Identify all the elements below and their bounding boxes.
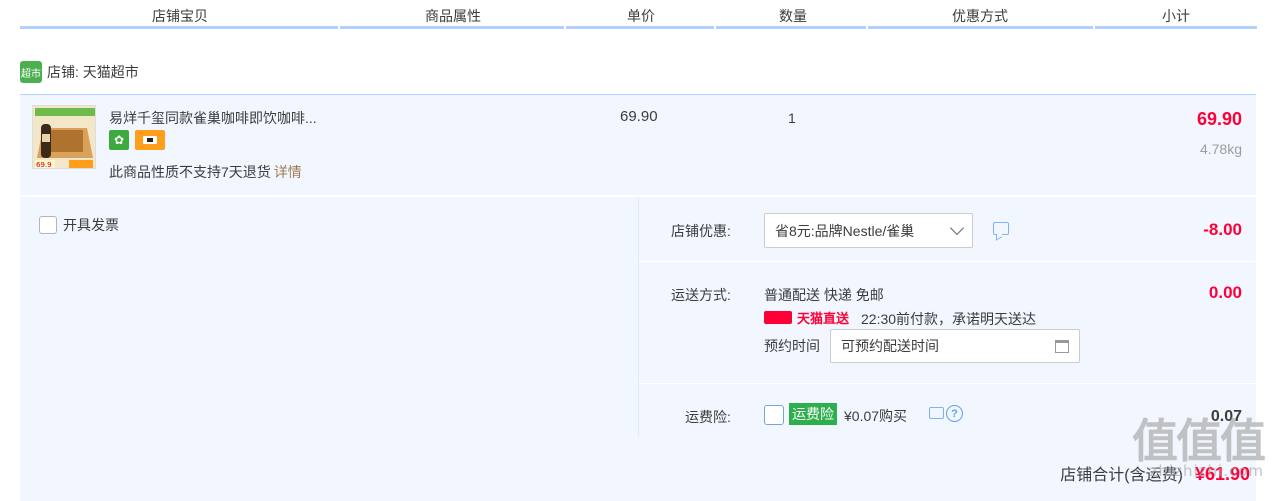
help-icon[interactable]: ? xyxy=(946,405,963,422)
card-payment-icon[interactable] xyxy=(135,130,165,150)
header-underline xyxy=(566,26,714,29)
shop-discount-selected: 省8元:品牌Nestle/雀巢 xyxy=(775,222,915,239)
return-policy-text: 此商品性质不支持7天退货 xyxy=(109,164,271,180)
quantity: 1 xyxy=(788,110,796,126)
col-header-subtotal: 小计 xyxy=(1162,8,1190,24)
header-underline xyxy=(868,26,1093,29)
item-weight: 4.78kg xyxy=(1199,141,1242,157)
insurance-price: ¥0.07购买 xyxy=(844,408,908,424)
invoice-option[interactable]: 开具发票 xyxy=(39,215,119,235)
table-header: 店铺宝贝 商品属性 单价 数量 优惠方式 小计 xyxy=(0,0,1272,30)
col-header-discount: 优惠方式 xyxy=(952,8,1008,24)
shop-discount-amount: -8.00 xyxy=(1203,220,1242,239)
reserve-time-input[interactable]: 可预约配送时间 xyxy=(830,329,1080,363)
watermark-logo: 值值值 xyxy=(1132,414,1266,468)
message-icon[interactable] xyxy=(929,407,944,419)
delivery-promise: 22:30前付款，承诺明天送达 xyxy=(861,311,1037,327)
header-underline xyxy=(20,26,338,29)
header-underline xyxy=(1095,26,1257,29)
shop-name[interactable]: 店铺: 天猫超市 xyxy=(47,62,139,82)
shipping-insurance-label: 运费险: xyxy=(685,409,731,425)
insurance-tag: 运费险 xyxy=(789,403,837,425)
header-underline xyxy=(340,26,564,29)
watermark-domain: zhizhizhi.com xyxy=(1149,462,1264,480)
row-separator xyxy=(639,261,1257,262)
product-image-icon: 69.9 xyxy=(33,106,95,169)
tmall-direct-badge: 天猫直送 xyxy=(764,308,849,327)
col-header-attributes: 商品属性 xyxy=(425,8,481,24)
col-header-unit-price: 单价 xyxy=(627,8,655,24)
shipping-method: 普通配送 快递 免邮 xyxy=(764,287,884,303)
unit-price: 69.90 xyxy=(620,108,658,125)
item-subtotal: 69.90 xyxy=(1196,109,1242,129)
product-title[interactable]: 易烊千玺同款雀巢咖啡即饮咖啡... xyxy=(109,108,317,128)
row-separator xyxy=(639,383,1257,384)
service-icons: ✿ xyxy=(109,130,165,150)
message-icon[interactable] xyxy=(993,222,1009,235)
tmall-direct-text: 天猫直送 xyxy=(797,311,850,326)
shop-row: 超市 店铺: 天猫超市 xyxy=(20,58,139,86)
guarantee-icon[interactable]: ✿ xyxy=(109,130,129,150)
shop-discount-label: 店铺优惠: xyxy=(671,223,731,239)
site-watermark: 值值值 zhizhizhi.com xyxy=(1132,414,1266,480)
chevron-down-icon xyxy=(949,220,965,236)
shipping-amount: 0.00 xyxy=(1208,283,1242,302)
reserve-time-label: 预约时间 xyxy=(764,338,820,354)
header-underline xyxy=(716,26,866,29)
shipping-label: 运送方式: xyxy=(671,287,731,303)
order-summary-panel: 店铺优惠: 省8元:品牌Nestle/雀巢 -8.00 运送方式: 普通配送 快… xyxy=(638,197,1257,437)
reserve-time-placeholder: 可预约配送时间 xyxy=(841,338,939,354)
insurance-checkbox[interactable] xyxy=(764,405,784,425)
return-policy-note: 此商品性质不支持7天退货 详情 xyxy=(109,162,302,182)
product-thumbnail[interactable]: 69.9 xyxy=(32,105,96,169)
tmall-supermarket-icon: 超市 xyxy=(20,61,42,83)
shop-discount-select[interactable]: 省8元:品牌Nestle/雀巢 xyxy=(764,213,973,248)
invoice-label: 开具发票 xyxy=(63,217,119,233)
col-header-item: 店铺宝贝 xyxy=(152,8,208,24)
cart-item-row: 69.9 易烊千玺同款雀巢咖啡即饮咖啡... ✿ 此商品性质不支持7天退货 详情 … xyxy=(20,95,1256,195)
delivery-promise-row: 天猫直送 22:30前付款，承诺明天送达 xyxy=(764,308,1036,329)
order-options-panel: 开具发票 店铺优惠: 省8元:品牌Nestle/雀巢 -8.00 运送方式: 普… xyxy=(20,197,1257,501)
details-link[interactable]: 详情 xyxy=(274,164,302,180)
thumb-price-text: 69.9 xyxy=(36,161,52,169)
calendar-icon[interactable] xyxy=(1055,339,1069,353)
tmall-cat-icon xyxy=(764,311,792,324)
invoice-checkbox[interactable] xyxy=(39,216,57,234)
col-header-quantity: 数量 xyxy=(779,8,807,24)
